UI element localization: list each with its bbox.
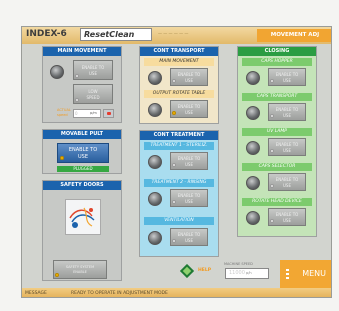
rotate-head-device-knob[interactable] [246, 211, 260, 225]
actual-speed-value: 0 [75, 111, 78, 116]
treatment-1-label: TREATMENT 1 - STERILIZ. [144, 142, 214, 150]
low-speed-indicator [75, 98, 79, 102]
closing-title: CLOSING [238, 47, 316, 56]
pult-status: PLUGGED [57, 166, 109, 172]
pult-enable-indicator [60, 156, 64, 160]
help-button[interactable]: HELP [180, 263, 218, 279]
treatment-2-label: TREATMENT 2 - RINSING [144, 179, 214, 187]
caps-transport-knob[interactable] [246, 106, 260, 120]
caps-transport-indicator [270, 114, 274, 118]
header-indicators: — — — — — — [158, 31, 189, 36]
rotate-head-device-label: ROTATE HEAD DEVICE [242, 198, 312, 206]
treatment-1-enable[interactable]: ENABLE TO USE [170, 152, 208, 170]
main-movement-enable-indicator [75, 74, 79, 78]
cont-transport-title: CONT TRANSPORT [140, 47, 218, 56]
uv-lamp-knob[interactable] [246, 141, 260, 155]
help-icon [180, 264, 194, 278]
safety-system-button[interactable]: SAFETY SYSTEM ENABLE [53, 260, 107, 279]
ventilation-indicator [172, 239, 176, 243]
pult-enable-button[interactable]: ENABLE TO USE [57, 143, 109, 163]
caps-selector-knob[interactable] [246, 176, 260, 190]
alarm-lamp [107, 112, 111, 115]
output-rotate-table-knob[interactable] [148, 103, 162, 117]
treatment-2-knob[interactable] [148, 192, 162, 206]
machine-title: INDEX-6 [26, 29, 67, 39]
output-rotate-table-label: OUTPUT ROTATE TABLE [144, 90, 214, 98]
uv-lamp-enable[interactable]: ENABLE TO USE [268, 138, 306, 156]
safety-doors-image [65, 199, 101, 235]
actual-label: ACTUAL [57, 108, 71, 112]
safety-doors-title: SAFETY DOORS [43, 181, 121, 190]
caps-hopper-enable[interactable]: ENABLE TO USE [268, 68, 306, 86]
uv-lamp-label: UV LAMP [242, 128, 312, 136]
caps-hopper-knob[interactable] [246, 71, 260, 85]
treatment-1-indicator [172, 163, 176, 167]
machine-speed-label: MACHINE SPEED [224, 262, 253, 266]
caps-transport-label: CAPS TRANSPORT [242, 93, 312, 101]
transport-main-movement-knob[interactable] [148, 71, 162, 85]
menu-button[interactable]: MENU [280, 260, 331, 288]
caps-hopper-indicator [270, 79, 274, 83]
cont-treatment-panel: CONT TREATMENT TREATMENT 1 - STERILIZ. E… [139, 130, 219, 257]
actual-speed-unit: p/m [90, 111, 97, 115]
main-movement-title: MAIN MOVEMENT [43, 47, 121, 56]
cont-transport-panel: CONT TRANSPORT MAIN MOVEMENT ENABLE TO U… [139, 46, 219, 124]
movable-pult-title: MOVABLE PULT [43, 130, 121, 139]
low-speed-button[interactable]: LOW SPEED [73, 84, 113, 104]
safety-system-indicator [55, 273, 59, 277]
output-rotate-table-indicator [172, 111, 176, 115]
transport-main-movement-label: MAIN MOVEMENT [144, 58, 214, 66]
caps-transport-enable[interactable]: ENABLE TO USE [268, 103, 306, 121]
safety-doors-panel: SAFETY DOORS SAFETY SYSTEM ENABLE [42, 180, 122, 281]
machine-speed-value: 11000 [229, 270, 245, 276]
rotate-head-device-indicator [270, 219, 274, 223]
treatment-1-knob[interactable] [148, 155, 162, 169]
mode-label: MOVEMENT ADJ [257, 29, 331, 42]
caps-selector-indicator [270, 184, 274, 188]
status-message: READY TO OPERATE IN ADJUSTMENT MODE [71, 291, 168, 296]
output-rotate-table-enable[interactable]: ENABLE TO USE [170, 100, 208, 118]
ventilation-knob[interactable] [148, 231, 162, 245]
hmi-screen: INDEX-6 ResetClean — — — — — — MOVEMENT … [21, 26, 332, 298]
caps-selector-enable[interactable]: ENABLE TO USE [268, 173, 306, 191]
machine-speed-unit: p/h [246, 271, 252, 275]
help-label: HELP [198, 268, 212, 273]
safety-doors-icon [69, 207, 95, 228]
caps-hopper-label: CAPS HOPPER [242, 58, 312, 66]
main-movement-panel: MAIN MOVEMENT ENABLE TO USE LOW SPEED AC… [42, 46, 122, 123]
rotate-head-device-enable[interactable]: ENABLE TO USE [268, 208, 306, 226]
menu-label: MENU [302, 269, 326, 278]
closing-panel: CLOSING CAPS HOPPER ENABLE TO USE CAPS T… [237, 46, 317, 237]
treatment-2-indicator [172, 200, 176, 204]
caps-selector-label: CAPS SELECTOR [242, 163, 312, 171]
header-bar: INDEX-6 ResetClean — — — — — — MOVEMENT … [22, 27, 331, 44]
transport-main-movement-indicator [172, 79, 176, 83]
movable-pult-panel: MOVABLE PULT ENABLE TO USE PLUGGED [42, 129, 122, 174]
transport-main-movement-enable[interactable]: ENABLE TO USE [170, 68, 208, 86]
uv-lamp-indicator [270, 149, 274, 153]
status-label: MESSAGE [25, 291, 47, 296]
main-movement-enable-button[interactable]: ENABLE TO USE [73, 60, 113, 80]
treatment-2-enable[interactable]: ENABLE TO USE [170, 189, 208, 207]
speed-label: speed [57, 113, 68, 117]
brand-logo: ResetClean [80, 28, 152, 41]
main-movement-knob[interactable] [50, 65, 64, 79]
ventilation-label: VENTILATION [144, 217, 214, 225]
status-bar: MESSAGE READY TO OPERATE IN ADJUSTMENT M… [22, 288, 331, 297]
menu-icon [286, 269, 289, 279]
cont-treatment-title: CONT TREATMENT [140, 131, 218, 140]
ventilation-enable[interactable]: ENABLE TO USE [170, 228, 208, 246]
